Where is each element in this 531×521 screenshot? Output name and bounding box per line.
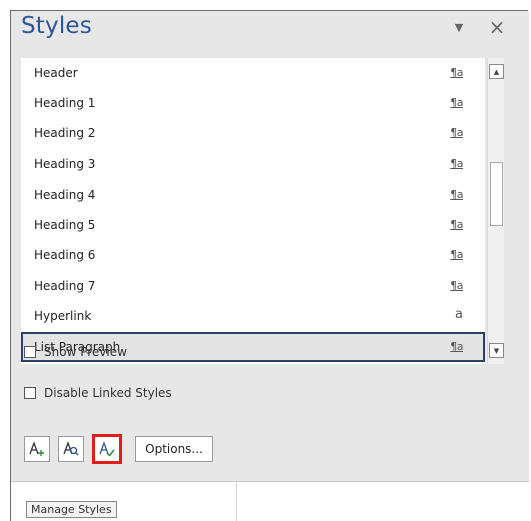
styles-list: Header ¶a Heading 1 ¶a Heading 2 ¶a Head… [21, 58, 485, 364]
show-preview-option[interactable]: Show Preview [24, 343, 127, 361]
linked-style-icon: ¶a [450, 218, 463, 231]
style-item-heading-5[interactable]: Heading 5 ¶a [21, 210, 485, 240]
style-item-label: Header [34, 66, 78, 80]
scroll-thumb[interactable] [490, 162, 503, 226]
style-item-label: Heading 3 [34, 157, 96, 171]
chevron-up-icon: ▲ [493, 67, 500, 76]
scroll-down-button[interactable]: ▼ [489, 343, 504, 358]
style-item-heading-1[interactable]: Heading 1 ¶a [21, 88, 485, 118]
show-preview-label: Show Preview [44, 345, 127, 359]
linked-style-icon: ¶a [450, 66, 463, 79]
show-preview-checkbox[interactable] [24, 346, 36, 358]
style-item-label: Heading 4 [34, 188, 96, 202]
divider [236, 482, 237, 521]
style-item-label: Heading 5 [34, 218, 96, 232]
style-item-label: Hyperlink [34, 309, 92, 323]
style-inspector-icon [63, 441, 79, 456]
linked-style-icon: ¶a [450, 279, 463, 292]
style-item-heading-3[interactable]: Heading 3 ¶a [21, 149, 485, 179]
new-style-icon [29, 441, 44, 456]
style-item-heading-6[interactable]: Heading 6 ¶a [21, 240, 485, 270]
disable-linked-styles-checkbox[interactable] [24, 387, 36, 399]
character-style-icon: a [455, 307, 463, 322]
linked-style-icon: ¶a [450, 340, 463, 353]
scroll-up-button[interactable]: ▲ [489, 64, 504, 79]
close-icon: × [488, 15, 506, 39]
style-item-heading-2[interactable]: Heading 2 ¶a [21, 118, 485, 148]
linked-style-icon: ¶a [450, 157, 463, 170]
disable-linked-styles-label: Disable Linked Styles [44, 386, 172, 400]
chevron-down-icon: ▼ [493, 346, 500, 355]
style-item-label: Heading 2 [34, 126, 96, 140]
pane-options-button[interactable]: ▼ [448, 16, 470, 38]
options-button[interactable]: Options... [135, 436, 213, 462]
style-item-hyperlink[interactable]: Hyperlink a [21, 301, 485, 331]
style-item-label: Heading 6 [34, 248, 96, 262]
manage-styles-icon [99, 441, 115, 457]
close-button[interactable]: × [486, 16, 508, 38]
manage-styles-tooltip: Manage Styles [26, 501, 117, 518]
style-item-heading-4[interactable]: Heading 4 ¶a [21, 180, 485, 210]
new-style-button[interactable] [24, 436, 50, 462]
linked-style-icon: ¶a [450, 248, 463, 261]
style-item-header[interactable]: Header ¶a [21, 58, 485, 88]
linked-style-icon: ¶a [450, 126, 463, 139]
chevron-down-icon: ▼ [454, 20, 464, 34]
style-item-heading-7[interactable]: Heading 7 ¶a [21, 271, 485, 301]
manage-styles-button[interactable] [92, 434, 122, 464]
linked-style-icon: ¶a [450, 188, 463, 201]
style-inspector-button[interactable] [58, 436, 84, 462]
linked-style-icon: ¶a [450, 96, 463, 109]
style-item-label: Heading 1 [34, 96, 96, 110]
style-item-label: Heading 7 [34, 279, 96, 293]
styles-list-scrollbar[interactable]: ▲ ▼ [487, 58, 504, 364]
pane-title: Styles [21, 13, 92, 39]
disable-linked-styles-option[interactable]: Disable Linked Styles [24, 384, 172, 402]
